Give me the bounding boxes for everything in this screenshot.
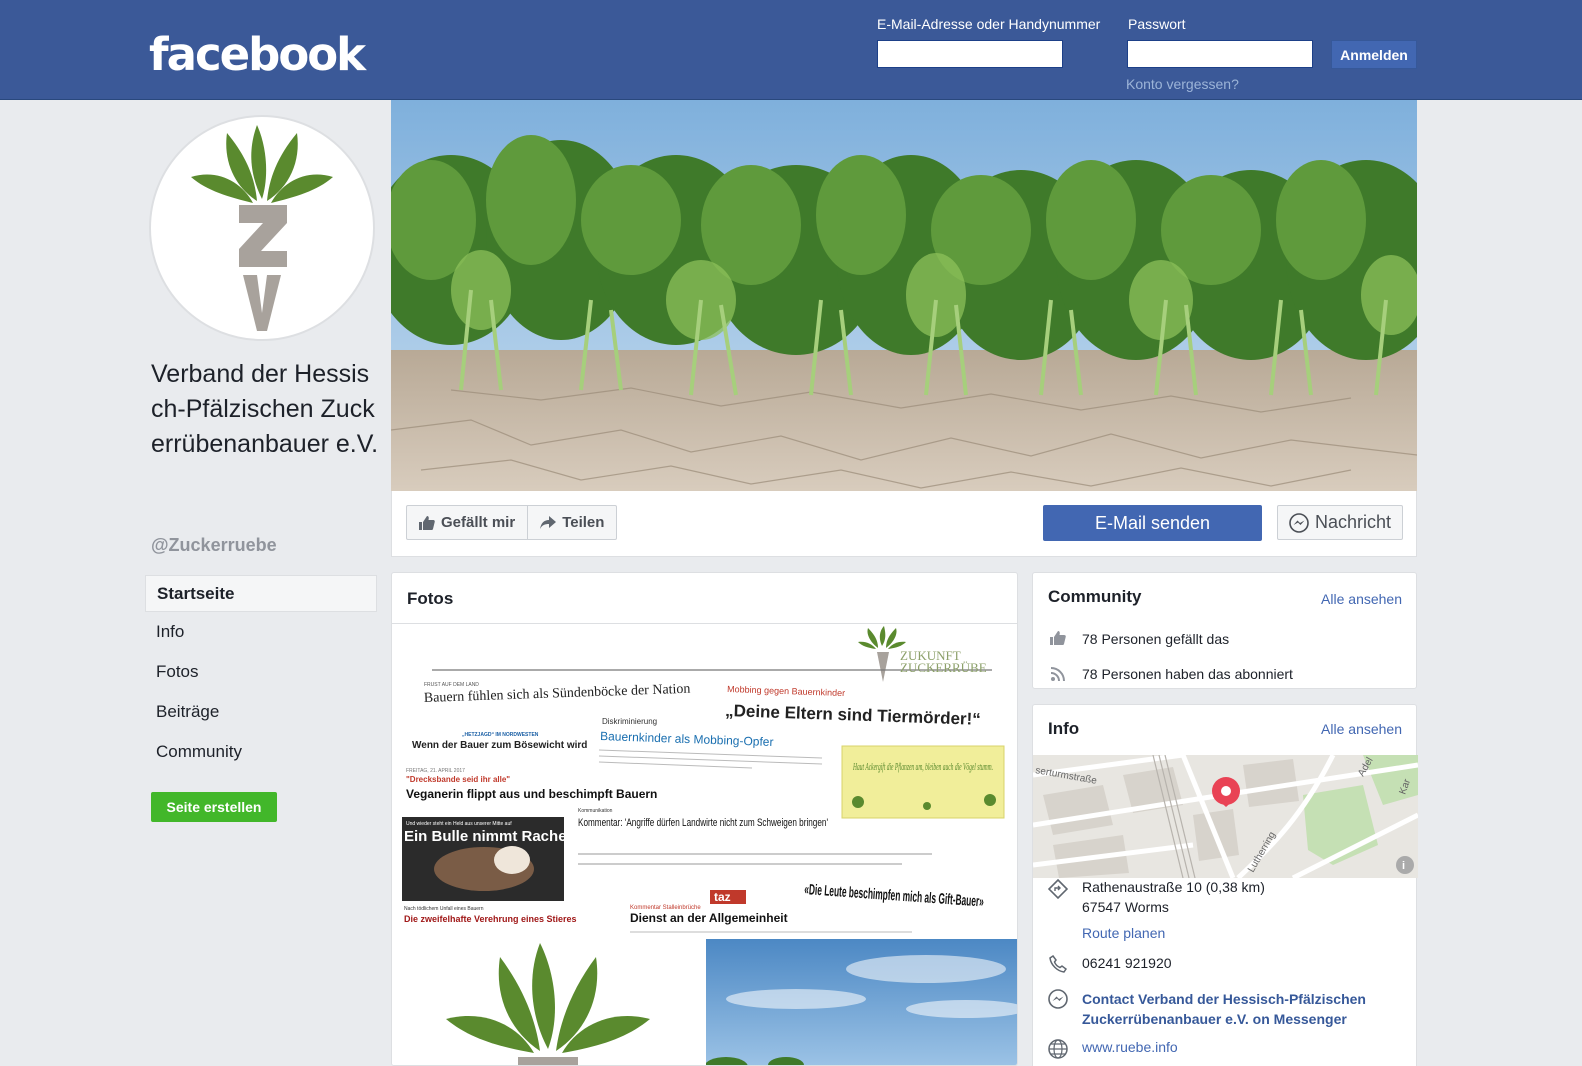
svg-text:i: i (1402, 860, 1405, 872)
page-nav: Startseite Info Fotos Beiträge Community (145, 575, 377, 772)
email-label: E-Mail-Adresse oder Handynummer (877, 16, 1101, 32)
directions-icon (1048, 879, 1068, 899)
website-row: www.ruebe.info (1048, 1039, 1178, 1059)
like-share-group: Gefällt mir Teilen (406, 505, 618, 540)
collage-kicker3: „HETZJAGD“ IM NORDWESTEN (462, 732, 539, 738)
share-arrow-icon (540, 515, 557, 529)
community-see-all-link[interactable]: Alle ansehen (1321, 591, 1402, 607)
message-button[interactable]: Nachricht (1277, 505, 1403, 540)
nav-item-community[interactable]: Community (145, 732, 377, 772)
email-input[interactable] (877, 40, 1063, 68)
collage-kicker1: FRUST AUF DEM LAND (424, 682, 479, 688)
collage-date: FREITAG, 21. APRIL 2017 (406, 768, 465, 774)
beet-logo-crop (446, 943, 650, 1065)
collage-bull-kicker: Und wieder steht ein Held aus unserer Mi… (406, 821, 512, 827)
address-line2: 67547 Worms (1082, 899, 1169, 915)
photos-title[interactable]: Fotos (407, 589, 453, 609)
collage-quote1: "Drecksbande seid ihr alle" (406, 775, 510, 784)
top-bar: facebook E-Mail-Adresse oder Handynummer… (0, 0, 1582, 100)
press-clippings-collage: ZUKUNFT ZUCKERRÜBE FRUST AUF DEM LAND Ba… (402, 626, 1005, 933)
like-label: Gefällt mir (441, 514, 516, 531)
collage-bull-title: Ein Bulle nimmt Rache (404, 828, 567, 845)
share-label: Teilen (562, 514, 605, 531)
zv-beet-logo (191, 125, 333, 331)
password-label: Passwort (1128, 16, 1186, 32)
globe-icon (1048, 1039, 1068, 1059)
profile-picture[interactable] (149, 115, 375, 341)
messenger-icon (1048, 989, 1068, 1009)
collage-taz: taz (714, 890, 731, 904)
collage-headline4: Bauernkinder als Mobbing-Opfer (600, 729, 774, 749)
nav-item-info[interactable]: Info (145, 612, 377, 652)
photo-logo-thumbnail[interactable] (392, 939, 704, 1065)
photo-press-collage[interactable]: ZUKUNFT ZUCKERRÜBE FRUST AUF DEM LAND Ba… (392, 623, 1017, 937)
messenger-contact-link[interactable]: Contact Verband der Hessisch-Pfälzischen… (1082, 989, 1398, 1029)
collage-headline2: „Deine Eltern sind Tiermörder!“ (725, 701, 981, 729)
phone-icon (1049, 955, 1067, 973)
send-email-button[interactable]: E-Mail senden (1043, 505, 1262, 541)
website-link[interactable]: www.ruebe.info (1082, 1039, 1178, 1055)
nav-item-fotos[interactable]: Fotos (145, 652, 377, 692)
cover-photo[interactable] (391, 100, 1417, 491)
street-map: serturmstraße Lutherring Adel Kar i (1033, 755, 1418, 878)
thumbs-up-icon (1050, 631, 1066, 645)
sky-field-image (706, 939, 1017, 1065)
forgot-account-link[interactable]: Konto vergessen? (1126, 76, 1239, 92)
collage-bull-caption: Die zweifelhafte Verehrung eines Stieres (404, 914, 577, 924)
community-follows-row: 78 Personen haben das abonniert (1048, 666, 1293, 682)
address-row: Rathenaustraße 10 (0,38 km) 67547 Worms … (1048, 879, 1265, 941)
collage-kicker5: Kommunikation (578, 808, 613, 814)
community-title[interactable]: Community (1048, 587, 1142, 607)
collage-headline3: Wenn der Bauer zum Bösewicht wird (412, 740, 587, 751)
collage-kicker4: Diskriminierung (602, 717, 657, 726)
route-planning-link[interactable]: Route planen (1082, 925, 1265, 941)
phone-row: 06241 921920 (1048, 955, 1172, 973)
community-likes-row: 78 Personen gefällt das (1048, 631, 1229, 647)
location-map[interactable]: serturmstraße Lutherring Adel Kar i (1033, 755, 1418, 878)
rss-follow-icon (1050, 667, 1065, 682)
messenger-icon (1289, 512, 1309, 533)
messenger-row: Contact Verband der Hessisch-Pfälzischen… (1048, 989, 1398, 1029)
collage-note-text: Haut Ackergift die Pflanzen um, bleiben … (852, 762, 993, 773)
thumbs-up-icon (419, 515, 435, 530)
collage-headline5: Veganerin flippt aus und beschimpft Baue… (406, 787, 657, 801)
collage-kicker2: Mobbing gegen Bauernkinder (727, 684, 845, 698)
collage-taz-title: Dienst an der Allgemeinheit (630, 911, 788, 925)
page-name: Verband der Hessisch-Pfälzischen Zuckerr… (151, 360, 379, 458)
collage-quote2: «Die Leute beschimpfen mich als Gift-Bau… (804, 881, 985, 911)
nav-item-beitraege[interactable]: Beiträge (145, 692, 377, 732)
like-button[interactable]: Gefällt mir (407, 506, 527, 539)
phone-number[interactable]: 06241 921920 (1082, 955, 1172, 971)
community-likes-count: 78 Personen gefällt das (1082, 631, 1230, 647)
page-action-bar: Gefällt mir Teilen E-Mail senden Nachric… (391, 491, 1417, 557)
community-follows-count: 78 Personen haben das abonniert (1082, 666, 1293, 682)
create-page-button[interactable]: Seite erstellen (151, 792, 277, 822)
collage-headline6: Kommentar: 'Angriffe dürfen Landwirte ni… (578, 817, 828, 829)
collage-brand-line2: ZUCKERRÜBE (900, 660, 987, 675)
collage-handwritten-note (841, 745, 1005, 819)
message-label: Nachricht (1314, 512, 1392, 532)
community-card: Community Alle ansehen 78 Personen gefäl… (1032, 572, 1417, 689)
nav-item-startseite[interactable]: Startseite (145, 575, 377, 612)
info-see-all-link[interactable]: Alle ansehen (1321, 721, 1402, 737)
page-handle[interactable]: @Zuckerruebe (151, 535, 277, 556)
info-title[interactable]: Info (1048, 719, 1079, 739)
password-input[interactable] (1127, 40, 1313, 68)
share-button[interactable]: Teilen (527, 506, 616, 539)
login-button[interactable]: Anmelden (1331, 40, 1417, 69)
info-card: Info Alle ansehen serturmstraße Lutherri… (1032, 704, 1418, 1066)
photos-card: Fotos ZUKUNFT ZUCKERRÜBE FRUST AUF DEM L… (391, 572, 1018, 1066)
address-line1: Rathenaustraße 10 (0,38 km) (1082, 879, 1265, 895)
collage-bull-sub: Nach tödlichem Unfall eines Bauern (404, 906, 484, 912)
facebook-logo[interactable]: facebook (149, 28, 366, 81)
photo-field-thumbnail[interactable] (706, 939, 1017, 1065)
sugar-beet-field-image (391, 100, 1417, 491)
